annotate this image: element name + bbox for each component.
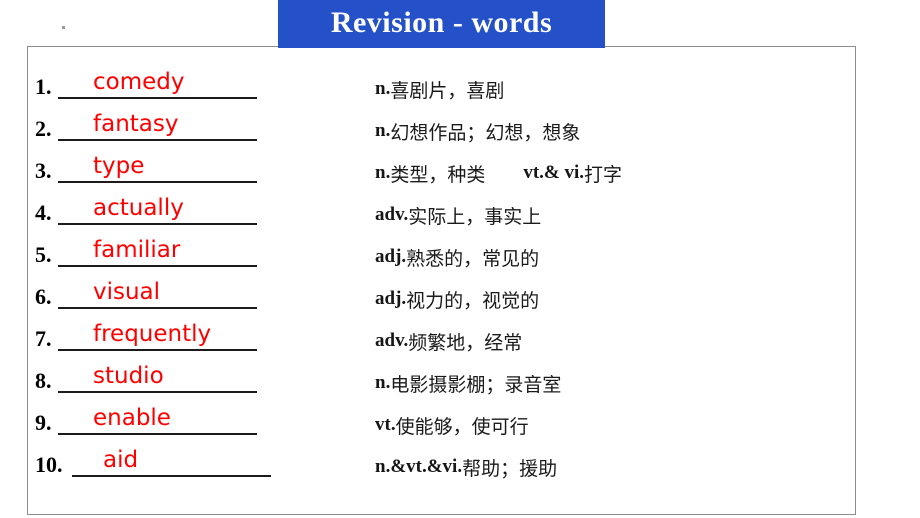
list-item[interactable]: 9. enable — [35, 396, 345, 438]
definition-row: n. 类型，种类 vt.& vi. 打字 — [375, 152, 845, 194]
blank-underline — [58, 139, 257, 141]
part-of-speech: n. — [375, 162, 391, 183]
page-title: Revision - words — [330, 6, 553, 39]
blank-underline — [58, 223, 257, 225]
part-of-speech: adj. — [375, 246, 407, 267]
answer-word: aid — [103, 447, 139, 473]
answer-word: actually — [93, 195, 184, 221]
list-item[interactable]: 4. actually — [35, 186, 345, 228]
blank-underline — [58, 391, 257, 393]
blank-underline — [58, 265, 257, 267]
blank-underline — [72, 475, 271, 477]
answer-word: familiar — [93, 237, 181, 263]
definition-row: adv. 实际上，事实上 — [375, 194, 845, 236]
list-item[interactable]: 8. studio — [35, 354, 345, 396]
stray-dot-artifact — [62, 26, 65, 29]
answer-word: fantasy — [93, 111, 179, 137]
item-number: 8. — [35, 368, 52, 393]
list-item[interactable]: 1. comedy — [35, 60, 345, 102]
list-item[interactable]: 10. aid — [35, 438, 345, 480]
definition-text: 类型，种类 — [390, 163, 486, 186]
list-item[interactable]: 3. type — [35, 144, 345, 186]
definition-text-secondary: 打字 — [584, 163, 623, 186]
part-of-speech: vt. — [375, 414, 396, 435]
definition-text: 频繁地，经常 — [408, 331, 523, 354]
answer-word: frequently — [93, 321, 212, 347]
blank-answer-list: 1. comedy 2. fantasy 3. type 4. actually… — [35, 60, 345, 480]
definition-row: n. 幻想作品；幻想，想象 — [375, 110, 845, 152]
title-banner: Revision - words — [278, 0, 605, 48]
part-of-speech: adj. — [375, 288, 407, 309]
part-of-speech: adv. — [375, 330, 409, 351]
list-item[interactable]: 6. visual — [35, 270, 345, 312]
part-of-speech: adv. — [375, 204, 409, 225]
list-item[interactable]: 5. familiar — [35, 228, 345, 270]
slide-canvas: Revision - words 1. comedy 2. fantasy 3.… — [0, 0, 920, 518]
definition-text: 电影摄影棚；录音室 — [390, 373, 562, 396]
part-of-speech-secondary: vt.& vi. — [523, 162, 585, 183]
definition-row: vt. 使能够，使可行 — [375, 404, 845, 446]
part-of-speech: n. — [375, 120, 391, 141]
item-number: 5. — [35, 242, 52, 267]
item-number: 4. — [35, 200, 52, 225]
answer-word: type — [93, 153, 145, 179]
definition-row: n. 电影摄影棚；录音室 — [375, 362, 845, 404]
answer-word: studio — [93, 363, 164, 389]
answer-word: visual — [93, 279, 161, 305]
item-number: 1. — [35, 74, 52, 99]
part-of-speech: n. — [375, 372, 391, 393]
blank-underline — [58, 307, 257, 309]
definition-list: n. 喜剧片，喜剧 n. 幻想作品；幻想，想象 n. 类型，种类 vt.& vi… — [375, 68, 845, 488]
list-item[interactable]: 7. frequently — [35, 312, 345, 354]
definition-text: 熟悉的，常见的 — [406, 247, 540, 270]
definition-row: n.&vt.&vi. 帮助；援助 — [375, 446, 845, 488]
item-number: 7. — [35, 326, 52, 351]
definition-text: 使能够，使可行 — [395, 415, 529, 438]
item-number: 10. — [35, 452, 63, 477]
definition-text: 帮助；援助 — [462, 457, 558, 480]
list-item[interactable]: 2. fantasy — [35, 102, 345, 144]
definition-row: adj. 视力的，视觉的 — [375, 278, 845, 320]
definition-text: 幻想作品；幻想，想象 — [390, 121, 581, 144]
item-number: 3. — [35, 158, 52, 183]
answer-word: comedy — [93, 69, 185, 95]
blank-underline — [58, 433, 257, 435]
definition-row: adv. 频繁地，经常 — [375, 320, 845, 362]
definition-text: 视力的，视觉的 — [406, 289, 540, 312]
item-number: 2. — [35, 116, 52, 141]
blank-underline — [58, 97, 257, 99]
definition-row: adj. 熟悉的，常见的 — [375, 236, 845, 278]
blank-underline — [58, 349, 257, 351]
part-of-speech: n.&vt.&vi. — [375, 456, 463, 477]
item-number: 6. — [35, 284, 52, 309]
definition-text: 实际上，事实上 — [408, 205, 542, 228]
blank-underline — [58, 181, 257, 183]
definition-row: n. 喜剧片，喜剧 — [375, 68, 845, 110]
answer-word: enable — [93, 405, 171, 431]
definition-text: 喜剧片，喜剧 — [390, 79, 505, 102]
part-of-speech: n. — [375, 78, 391, 99]
item-number: 9. — [35, 410, 52, 435]
